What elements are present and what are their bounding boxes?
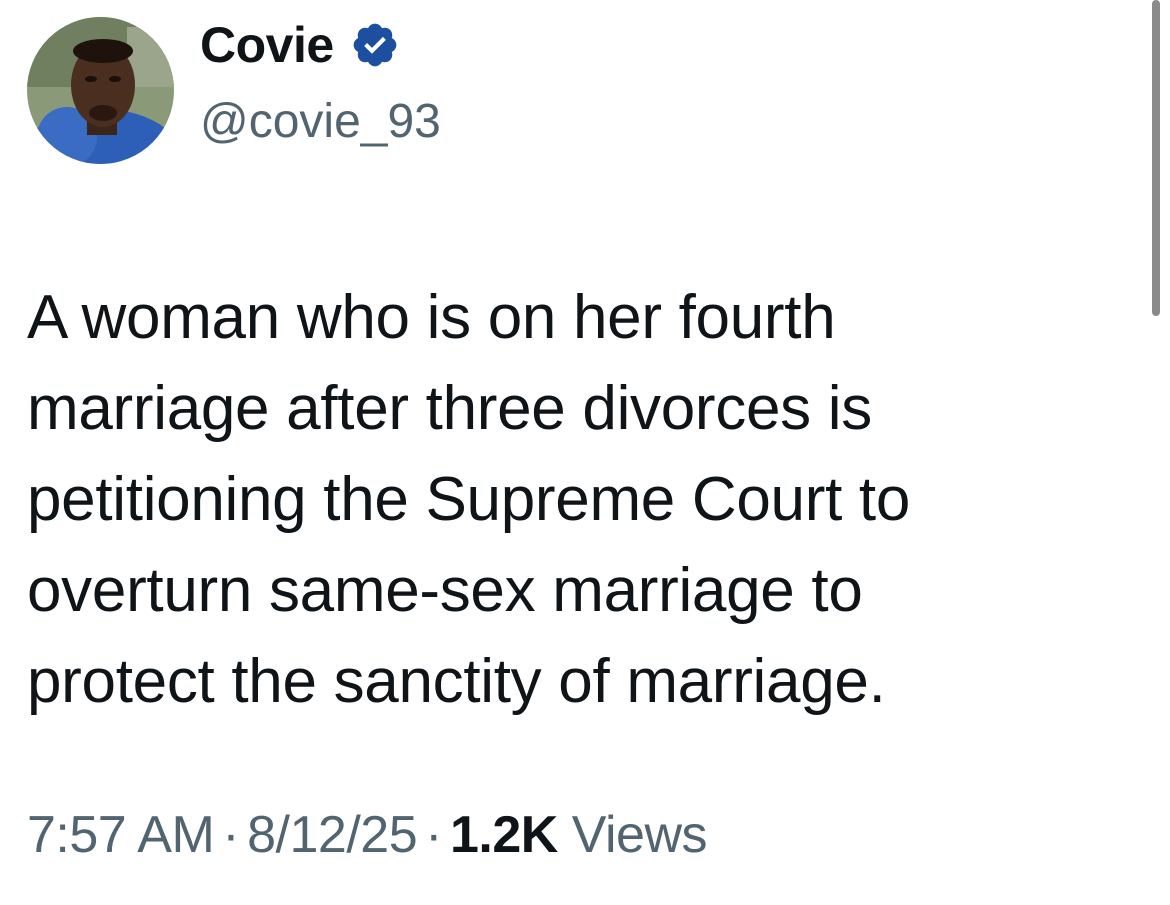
tweet-text-line: overturn same-sex marriage to [27, 556, 863, 625]
tweet-time[interactable]: 7:57 AM [27, 806, 215, 864]
tweet-meta: 7:57 AM · 8/12/25 · 1.2K Views [27, 802, 708, 868]
avatar[interactable] [27, 17, 174, 164]
views-label: Views [571, 806, 708, 864]
author-handle[interactable]: @covie_93 [200, 93, 441, 151]
author-name-row: Covie [200, 14, 400, 76]
tweet-text-line: A woman who is on her fourth [27, 283, 836, 352]
meta-separator: · [425, 806, 442, 864]
tweet-text-line: petitioning the Supreme Court to [27, 465, 911, 534]
tweet-text-line: marriage after three divorces is [27, 374, 872, 443]
verified-badge-icon[interactable] [350, 20, 400, 70]
meta-separator: · [222, 806, 240, 864]
scrollbar[interactable] [1152, 0, 1160, 316]
author-display-name[interactable]: Covie [200, 14, 334, 76]
tweet-text: A woman who is on her fourth marriage af… [27, 272, 1137, 727]
tweet-text-line: protect the sanctity of marriage. [27, 647, 886, 716]
views-count[interactable]: 1.2K [450, 806, 558, 864]
tweet-date[interactable]: 8/12/25 [247, 806, 418, 864]
